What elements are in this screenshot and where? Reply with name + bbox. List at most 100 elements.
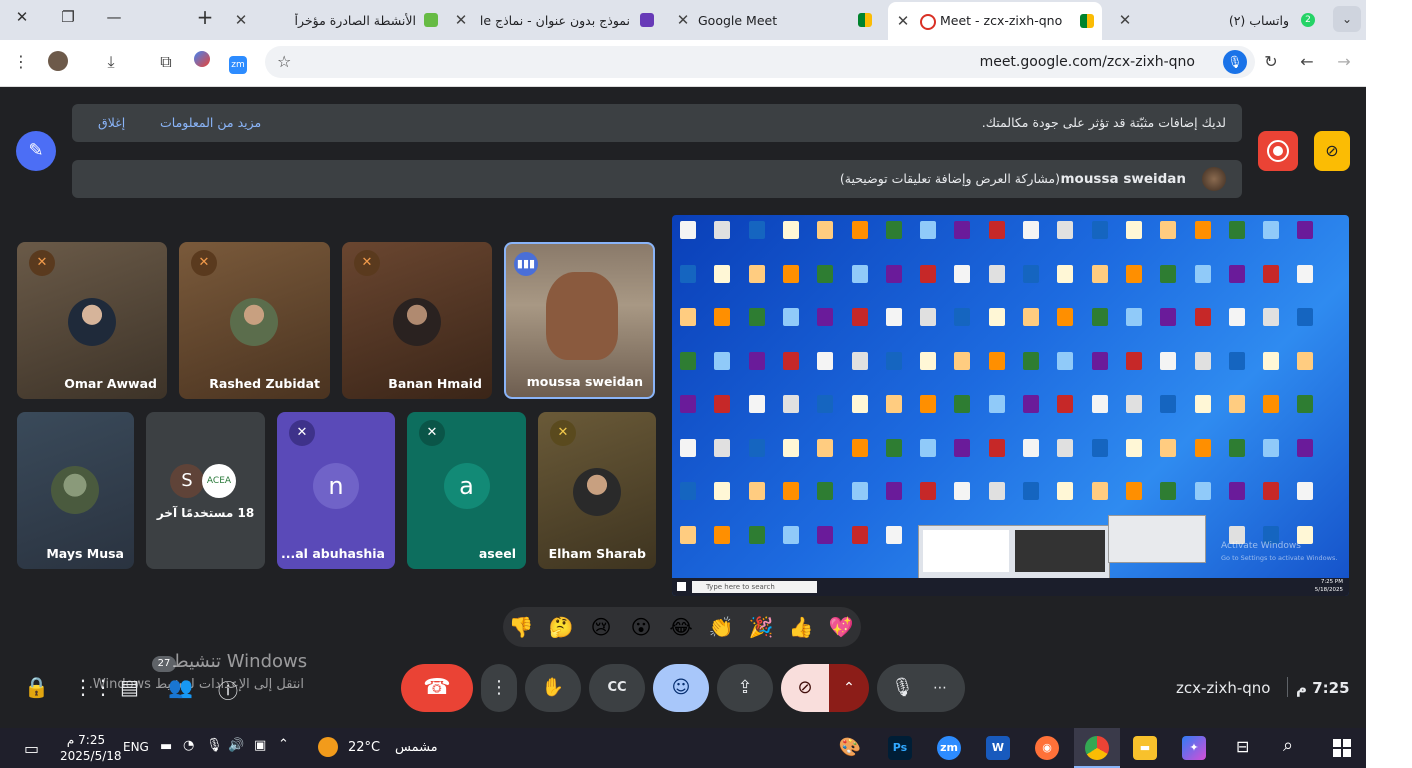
desktop-file-icon [1263,395,1280,413]
reaction-emoji[interactable]: 💖 [827,613,855,641]
desktop-file-icon [1160,264,1177,283]
desktop-file-icon [988,221,1005,239]
microphone-tray-icon[interactable]: 🎙 [206,738,223,753]
forward-icon[interactable]: → [1333,51,1355,73]
tab-whatsapp[interactable]: ✕ واتساب (٢) 2 [1110,4,1325,36]
reaction-emoji[interactable]: 👎 [507,613,535,641]
close-tab-icon[interactable]: ✕ [894,12,912,30]
participant-tile[interactable]: ✕ Rashed Zubidat [179,242,330,399]
back-icon[interactable]: ← [1296,51,1318,73]
address-bar[interactable]: ☆ meet.google.com/zcx-zixh-qno 🎙 [265,46,1255,78]
speaking-participant-tile[interactable]: ▮▮▮ moussa sweidan [504,242,655,399]
leave-call-button[interactable]: ☎ [401,664,473,712]
weather-condition[interactable]: مشمس [395,740,438,755]
desktop-file-icon [1160,482,1177,500]
reaction-emoji[interactable]: 👍 [787,613,815,641]
participant-tile[interactable]: ✕ Banan Hmaid [342,242,492,399]
bookmark-star-icon[interactable]: ☆ [277,52,291,71]
reaction-emoji[interactable]: 🤔 [547,613,575,641]
wifi-icon[interactable]: ◔ [183,738,194,753]
close-window-icon[interactable]: ✕ [10,8,34,26]
desktop-file-icon [988,351,1005,370]
word-app-icon[interactable]: W [986,736,1010,760]
captions-icon[interactable]: CC [589,664,645,712]
host-controls-icon[interactable]: 🔒 [24,675,49,699]
raise-hand-icon[interactable]: ✋ [525,664,581,712]
reaction-emoji[interactable]: 👏 [707,613,735,641]
zoom-extension-icon[interactable]: zm [227,51,249,74]
language-indicator[interactable]: ENG [123,740,149,754]
tab-google-meet[interactable]: ✕ Google Meet [670,4,880,36]
downloads-icon[interactable]: ⤓ [100,51,122,73]
restore-window-icon[interactable]: ❐ [56,8,80,26]
microphone-button[interactable]: 🎙 ⋯ [877,664,965,712]
task-view-icon[interactable]: ⊟ [1236,737,1249,756]
camera-tray-icon[interactable]: ▣ [254,738,266,753]
reload-icon[interactable]: ↻ [1260,51,1282,73]
desktop-file-icon [1091,221,1108,239]
firefox-app-icon[interactable]: ◉ [1035,736,1059,760]
close-tab-icon[interactable]: ✕ [674,11,692,29]
reaction-emoji[interactable]: 🎉 [747,613,775,641]
others-tile[interactable]: S ACEA 18 مستخدمًا آخر [146,412,265,569]
participant-tile[interactable]: ✕ a aseel [407,412,526,569]
participant-tile[interactable]: Mays Musa [17,412,134,569]
volume-icon[interactable]: 🔊 [228,738,244,753]
chrome-taskbar-active[interactable] [1074,728,1120,768]
battery-icon[interactable]: ▬ [160,739,172,754]
participant-tile[interactable]: ✕ Elham Sharab [538,412,656,569]
start-menu-icon[interactable] [1333,739,1351,757]
copilot-app-icon[interactable]: ✦ [1182,736,1206,760]
chat-icon[interactable]: ▤ [120,675,139,699]
reaction-emoji[interactable]: 😢 [587,613,615,641]
reactions-button[interactable]: ☺ [653,664,709,712]
annotate-pen-icon[interactable]: ✎ [16,131,56,171]
recording-button[interactable] [1258,131,1298,171]
reaction-emoji[interactable]: 😂 [667,613,695,641]
tab-search-icon[interactable]: ⌄ [1333,6,1361,32]
more-info-link[interactable]: مزيد من المعلومات [160,115,261,130]
desktop-file-icon [748,351,765,370]
meeting-info-icon[interactable]: ⓘ [218,675,238,704]
taskbar-clock[interactable]: 7:25 م 2025/5/18 [60,732,122,764]
participant-tile[interactable]: ✕ n ...al abuhashia [277,412,395,569]
desktop-file-icon [714,308,731,326]
show-hidden-icons-icon[interactable]: ⌃ [278,737,289,752]
tab-meet-active[interactable]: ✕ Meet - zcx-zixh-qno [888,2,1102,40]
close-tab-icon[interactable]: ✕ [232,11,250,29]
camera-off-button[interactable]: ⊘ [781,664,829,712]
zoom-app-icon[interactable]: zm [937,736,961,760]
weather-sun-icon[interactable] [318,737,338,757]
weather-temp[interactable]: 22°C [348,740,380,755]
desktop-file-icon [1091,264,1108,283]
close-tab-icon[interactable]: ✕ [1116,11,1134,29]
extensions-icon[interactable]: ⧉ [155,51,177,73]
more-options-icon[interactable]: ⋮ [481,664,517,712]
close-notice-link[interactable]: إغلاق [98,115,125,130]
tab-favicon-icon [424,13,438,27]
file-explorer-icon[interactable]: ▬ [1133,736,1157,760]
browser-menu-icon[interactable]: ⋮ [10,51,32,73]
tab-recent-activity[interactable]: ✕ الأنشطة الصادرة مؤخراً [228,4,448,36]
reaction-emoji[interactable]: 😮 [627,613,655,641]
notifications-icon[interactable]: ▭ [24,739,39,758]
participant-tile[interactable]: ✕ Omar Awwad [17,242,167,399]
participant-avatar: n [313,462,359,509]
shared-screen[interactable]: Activate Windows Go to Settings to activ… [672,215,1349,596]
extension-globe-icon[interactable] [191,51,213,73]
camera-off-warning-icon[interactable]: ⊘ [1314,131,1350,171]
people-icon[interactable]: 👥 [168,675,193,699]
profile-avatar[interactable] [47,51,69,73]
search-icon[interactable]: ⌕ [1283,735,1293,756]
tab-google-forms[interactable]: ✕ نموذج بدون عنوان - نماذج Google [448,4,668,36]
present-screen-icon[interactable]: ⇪ [717,664,773,712]
activities-icon[interactable]: ⋮⋮ [73,675,113,699]
microphone-in-use-icon[interactable]: 🎙 [1223,50,1247,74]
camera-options-chevron-icon[interactable]: ⌃ [829,664,869,712]
photoshop-app-icon[interactable]: Ps [888,736,912,760]
mic-options-icon[interactable]: ⋯ [933,664,947,712]
new-tab-icon[interactable]: + [193,5,217,29]
minimize-window-icon[interactable]: — [102,8,126,26]
close-tab-icon[interactable]: ✕ [452,11,470,29]
paint-app-icon[interactable]: 🎨 [838,736,862,760]
